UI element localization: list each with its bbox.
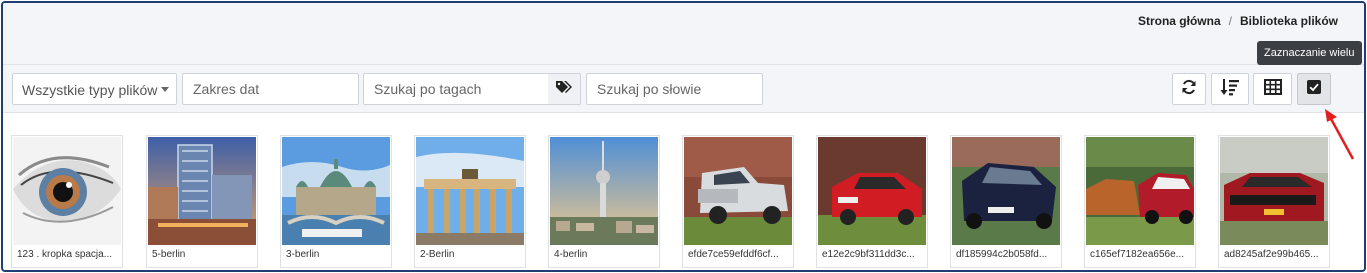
item-caption: 4-berlin bbox=[554, 249, 588, 260]
refresh-icon bbox=[1181, 79, 1197, 100]
item-caption: c165ef7182ea656e... bbox=[1090, 249, 1184, 260]
date-range-input[interactable] bbox=[182, 73, 359, 105]
gallery-item[interactable]: 3-berlin bbox=[280, 135, 392, 268]
thumbnail-image bbox=[684, 137, 792, 245]
thumbnail-image bbox=[282, 137, 390, 245]
gallery-item[interactable]: 2-Berlin bbox=[414, 135, 526, 268]
grid-view-button[interactable] bbox=[1253, 73, 1292, 105]
sort-icon bbox=[1220, 78, 1240, 101]
breadcrumb: Strona główna / Biblioteka plików bbox=[1138, 14, 1338, 28]
tags-search-input[interactable] bbox=[363, 73, 549, 105]
gallery-item[interactable]: e12e2c9bf311dd3c... bbox=[816, 135, 928, 268]
thumbnail-image bbox=[818, 137, 926, 245]
breadcrumb-separator: / bbox=[1228, 14, 1232, 28]
thumbnail-image bbox=[148, 137, 256, 245]
thumbnail-image bbox=[1086, 137, 1194, 245]
item-caption: e12e2c9bf311dd3c... bbox=[822, 249, 915, 260]
item-caption: efde7ce59efddf6cf... bbox=[688, 249, 779, 260]
word-search-input[interactable] bbox=[586, 73, 763, 105]
item-caption: 2-Berlin bbox=[420, 249, 455, 260]
file-type-select[interactable]: Wszystkie typy plików bbox=[12, 73, 177, 105]
gallery-item[interactable]: c165ef7182ea656e... bbox=[1084, 135, 1196, 268]
item-caption: 3-berlin bbox=[286, 249, 320, 260]
gallery-item[interactable]: ad8245af2e99b465... bbox=[1218, 135, 1330, 268]
filter-toolbar: Wszystkie typy plików bbox=[3, 65, 1364, 113]
gallery-item[interactable]: efde7ce59efddf6cf... bbox=[682, 135, 794, 268]
item-caption: 123 . kropka spacja... bbox=[17, 249, 113, 260]
thumbnail-image bbox=[1220, 137, 1328, 245]
thumbnail-image bbox=[416, 137, 524, 245]
tags-button[interactable] bbox=[548, 73, 581, 105]
multi-select-button[interactable] bbox=[1297, 73, 1331, 105]
item-caption: ad8245af2e99b465... bbox=[1224, 249, 1319, 260]
gallery-item[interactable]: 5-berlin bbox=[146, 135, 258, 268]
chevron-down-icon bbox=[161, 87, 169, 92]
item-caption: 5-berlin bbox=[152, 249, 186, 260]
gallery-grid: 123 . kropka spacja... 5-berlin 3-berlin… bbox=[3, 115, 1364, 270]
file-type-select-value: Wszystkie typy plików bbox=[22, 82, 158, 98]
gallery-item[interactable]: 4-berlin bbox=[548, 135, 660, 268]
page-header: Strona główna / Biblioteka plików bbox=[3, 3, 1364, 65]
gallery-item[interactable]: df185994c2b058fd... bbox=[950, 135, 1062, 268]
thumbnail-image bbox=[550, 137, 658, 245]
item-caption: df185994c2b058fd... bbox=[956, 249, 1048, 260]
thumbnail-image bbox=[952, 137, 1060, 245]
multi-select-icon bbox=[1307, 79, 1321, 99]
grid-view-icon bbox=[1263, 78, 1282, 100]
tags-icon bbox=[555, 80, 573, 99]
multi-select-tooltip: Zaznaczanie wielu bbox=[1257, 41, 1362, 65]
breadcrumb-home[interactable]: Strona główna bbox=[1138, 14, 1221, 28]
file-library-panel: Strona główna / Biblioteka plików Wszyst… bbox=[1, 1, 1366, 272]
breadcrumb-current: Biblioteka plików bbox=[1239, 14, 1338, 28]
sort-button[interactable] bbox=[1211, 73, 1249, 105]
refresh-button[interactable] bbox=[1172, 73, 1206, 105]
gallery-item[interactable]: 123 . kropka spacja... bbox=[11, 135, 123, 268]
thumbnail-image bbox=[13, 137, 121, 245]
